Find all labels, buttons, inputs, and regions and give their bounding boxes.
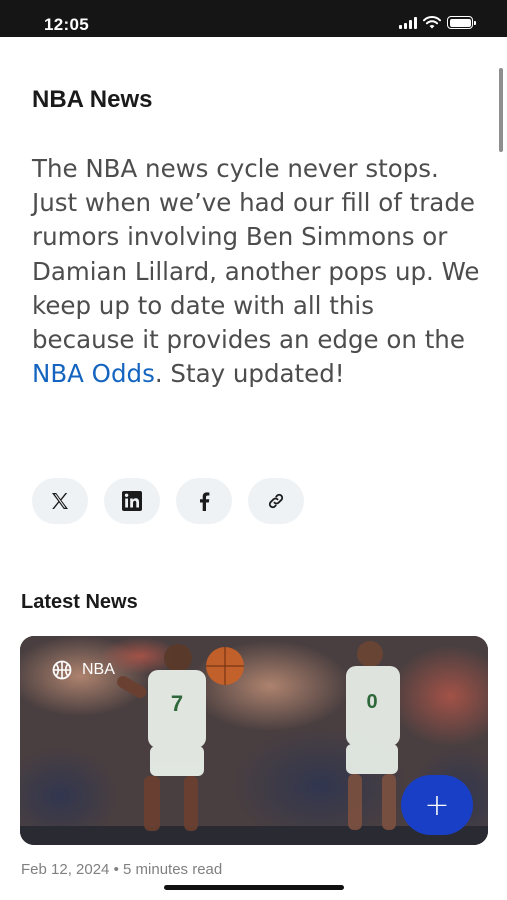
meta-separator: • [113,861,119,878]
status-icons [399,16,476,29]
facebook-icon [200,492,210,511]
nba-odds-link[interactable]: NBA Odds [32,359,155,388]
link-icon [268,493,284,509]
cellular-signal-icon [399,16,417,29]
add-button[interactable]: + [401,775,473,835]
svg-text:0: 0 [366,691,377,713]
news-date: Feb 12, 2024 [21,861,110,878]
home-indicator[interactable] [164,885,344,890]
category-badge[interactable]: NBA [52,660,115,680]
status-bar: 12:05 [0,0,507,37]
basketball-icon [52,660,72,680]
read-time: 5 minutes read [123,861,223,878]
linkedin-icon [122,491,142,511]
share-x-button[interactable] [32,478,88,524]
article-body: The NBA news cycle never stops. Just whe… [32,152,482,391]
status-time: 12:05 [44,15,89,34]
share-linkedin-button[interactable] [104,478,160,524]
copy-link-button[interactable] [248,478,304,524]
news-card-meta: Feb 12, 2024 • 5 minutes read [21,861,222,878]
category-badge-label: NBA [82,661,115,678]
scrollbar[interactable] [499,68,503,152]
plus-icon: + [424,787,450,823]
wifi-icon [423,16,441,29]
article-text-before-link: The NBA news cycle never stops. Just whe… [32,154,480,355]
battery-icon [447,16,476,29]
x-twitter-icon [52,493,68,509]
article-text-after-link: . Stay updated! [154,359,345,389]
svg-text:7: 7 [171,691,183,716]
share-facebook-button[interactable] [176,478,232,524]
latest-news-heading: Latest News [21,591,138,613]
news-card[interactable]: 7 0 NBA + [20,636,488,845]
share-buttons [32,478,304,524]
page-title: NBA News [32,86,153,113]
